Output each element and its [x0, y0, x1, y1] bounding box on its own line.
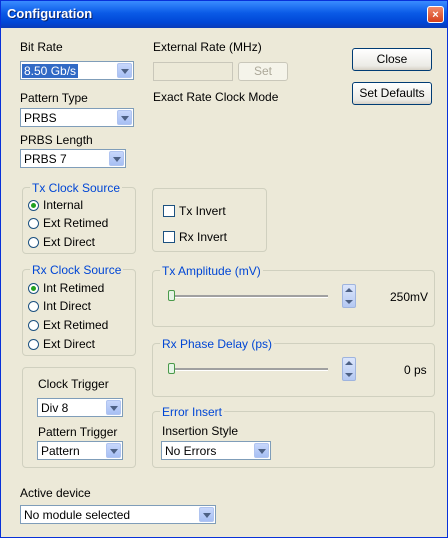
- error-insert-title: Error Insert: [160, 405, 225, 419]
- rx-clock-ext-retimed-radio[interactable]: Ext Retimed: [28, 318, 108, 332]
- checkbox-icon: [163, 231, 175, 243]
- bit-rate-value: 8.50 Gb/s: [22, 64, 79, 78]
- rx-phase-delay-track[interactable]: [168, 368, 328, 371]
- window-title: Configuration: [7, 6, 93, 21]
- active-device-value: No module selected: [24, 508, 131, 522]
- tx-invert-checkbox[interactable]: Tx Invert: [163, 204, 226, 218]
- close-button[interactable]: Close: [352, 48, 432, 71]
- chevron-down-icon[interactable]: [109, 151, 124, 166]
- radio-icon: [28, 300, 39, 312]
- prbs-length-label: PRBS Length: [20, 133, 93, 147]
- radio-icon: [28, 236, 39, 248]
- exact-rate-mode-text: Exact Rate Clock Mode: [153, 90, 279, 104]
- chevron-down-icon[interactable]: [117, 110, 132, 125]
- chevron-down-icon[interactable]: [254, 443, 269, 458]
- rx-phase-delay-value: 0 ps: [404, 363, 427, 377]
- spinner-icon[interactable]: [342, 284, 356, 308]
- pattern-type-select[interactable]: PRBS: [20, 108, 134, 127]
- radio-selected-icon: [28, 199, 39, 211]
- prbs-length-value: PRBS 7: [24, 152, 67, 166]
- external-rate-set-button[interactable]: Set: [238, 62, 288, 81]
- chevron-down-icon[interactable]: [117, 63, 132, 78]
- rx-clock-source-title: Rx Clock Source: [30, 263, 124, 277]
- tx-amplitude-value: 250mV: [390, 290, 429, 304]
- bit-rate-select[interactable]: 8.50 Gb/s: [20, 61, 134, 80]
- tx-amplitude-slider-thumb[interactable]: [168, 290, 175, 301]
- rx-phase-delay-slider-thumb[interactable]: [168, 363, 175, 374]
- rx-invert-checkbox[interactable]: Rx Invert: [163, 230, 227, 244]
- insertion-style-label: Insertion Style: [162, 424, 239, 438]
- pattern-type-value: PRBS: [24, 111, 57, 125]
- insertion-style-value: No Errors: [165, 444, 217, 458]
- configuration-window: Configuration × Bit Rate 8.50 Gb/s Patte…: [0, 0, 448, 538]
- radio-icon: [28, 338, 39, 350]
- clock-trigger-select[interactable]: Div 8: [37, 398, 123, 417]
- pattern-type-label: Pattern Type: [20, 91, 88, 105]
- external-rate-input[interactable]: [153, 62, 233, 81]
- set-defaults-button[interactable]: Set Defaults: [352, 82, 432, 105]
- checkbox-icon: [163, 205, 175, 217]
- tx-clock-ext-retimed-radio[interactable]: Ext Retimed: [28, 216, 108, 230]
- clock-trigger-value: Div 8: [41, 401, 69, 415]
- external-rate-label: External Rate (MHz): [153, 40, 262, 54]
- chevron-down-icon[interactable]: [199, 507, 214, 522]
- rx-clock-ext-direct-radio[interactable]: Ext Direct: [28, 337, 95, 351]
- rx-clock-int-direct-radio[interactable]: Int Direct: [28, 299, 91, 313]
- tx-amplitude-title: Tx Amplitude (mV): [160, 264, 263, 278]
- chevron-down-icon[interactable]: [106, 443, 121, 458]
- radio-icon: [28, 217, 39, 229]
- rx-phase-delay-title: Rx Phase Delay (ps): [160, 337, 275, 351]
- active-device-label: Active device: [20, 486, 91, 500]
- active-device-select[interactable]: No module selected: [20, 505, 216, 524]
- window-close-button[interactable]: ×: [427, 6, 444, 23]
- tx-clock-source-title: Tx Clock Source: [30, 181, 123, 195]
- chevron-down-icon[interactable]: [106, 400, 121, 415]
- title-bar[interactable]: Configuration ×: [1, 1, 447, 28]
- radio-selected-icon: [28, 282, 39, 294]
- pattern-trigger-select[interactable]: Pattern: [37, 441, 123, 460]
- pattern-trigger-value: Pattern: [41, 444, 80, 458]
- tx-clock-ext-direct-radio[interactable]: Ext Direct: [28, 235, 95, 249]
- bit-rate-label: Bit Rate: [20, 40, 63, 54]
- radio-icon: [28, 319, 39, 331]
- tx-amplitude-track[interactable]: [168, 295, 328, 298]
- insertion-style-select[interactable]: No Errors: [161, 441, 271, 460]
- prbs-length-select[interactable]: PRBS 7: [20, 149, 126, 168]
- spinner-icon[interactable]: [342, 357, 356, 381]
- pattern-trigger-label: Pattern Trigger: [38, 425, 118, 439]
- clock-trigger-label: Clock Trigger: [38, 377, 109, 391]
- rx-clock-int-retimed-radio[interactable]: Int Retimed: [28, 281, 104, 295]
- tx-clock-internal-radio[interactable]: Internal: [28, 198, 83, 212]
